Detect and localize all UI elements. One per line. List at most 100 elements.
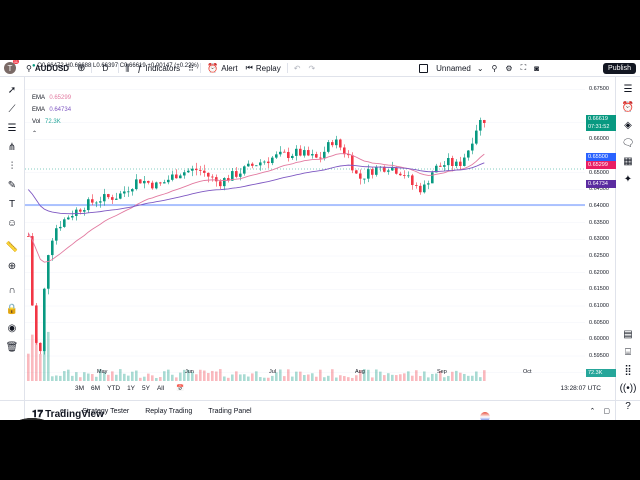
- alert-button[interactable]: ⏰ Alert: [203, 60, 242, 76]
- candle-body: [235, 171, 238, 177]
- trash-icon[interactable]: 🗑: [5, 340, 19, 354]
- pine-editor-icon[interactable]: ⌸: [621, 345, 635, 359]
- legend-volume[interactable]: Vol 72.3K: [32, 119, 61, 125]
- candle-body: [111, 197, 114, 200]
- redo-button[interactable]: ↷: [304, 60, 319, 76]
- chart-grid: [25, 89, 585, 373]
- replay-button[interactable]: ⏮ Replay: [242, 60, 285, 76]
- candle-body: [323, 151, 326, 158]
- alarm-icon: ⏰: [206, 62, 219, 73]
- range-button[interactable]: 6M: [91, 385, 100, 392]
- candle-body: [275, 154, 278, 158]
- candle-body: [87, 199, 90, 211]
- candle-body: [431, 172, 434, 184]
- candle-body: [251, 163, 254, 166]
- measure-tools-icon[interactable]: ⫶: [5, 159, 19, 173]
- range-button[interactable]: 3M: [75, 385, 84, 392]
- trend-line-icon[interactable]: ⟋: [5, 102, 19, 116]
- candle-body: [43, 288, 46, 352]
- pitchfork-icon[interactable]: ⋔: [5, 140, 19, 154]
- candle-body: [327, 142, 330, 152]
- candle-body: [407, 175, 410, 177]
- emoji-icon[interactable]: ☺: [5, 216, 19, 230]
- tab-replay-trading[interactable]: Replay Trading: [145, 408, 192, 415]
- magnet-icon[interactable]: ∩: [5, 283, 19, 297]
- legend-collapse[interactable]: ⌃: [32, 130, 37, 137]
- gear-icon: ⚙: [505, 63, 513, 73]
- alerts-icon[interactable]: ⏰: [621, 100, 635, 114]
- candle-body: [391, 167, 394, 171]
- candle-body: [307, 150, 310, 156]
- price-chart[interactable]: [25, 77, 585, 412]
- cursor-icon[interactable]: ➚: [5, 83, 19, 97]
- hotlist-icon[interactable]: 🗨: [621, 136, 635, 150]
- calendar-icon[interactable]: ▦: [621, 154, 635, 168]
- fullscreen-button[interactable]: ⛶: [517, 60, 531, 76]
- eye-icon[interactable]: ◉: [5, 321, 19, 335]
- undo-button[interactable]: ↶: [290, 60, 305, 76]
- ruler-icon[interactable]: 📏: [5, 240, 19, 254]
- right-sidebar: ☰ ⏰ ◈ 🗨 ▦ ✦ ▤ ⌸ ⣿ ((•)) ?: [615, 77, 640, 420]
- settings-button[interactable]: ⚙: [501, 60, 516, 76]
- candle-body: [63, 219, 66, 227]
- range-button[interactable]: 5Y: [142, 385, 150, 392]
- ema-fast-name: EMA: [32, 95, 45, 101]
- watchlist-icon[interactable]: ☰: [621, 82, 635, 96]
- brush-icon[interactable]: ✎: [5, 178, 19, 192]
- screener-icon[interactable]: ▤: [621, 327, 635, 341]
- collapse-icon[interactable]: ⌃: [590, 407, 596, 415]
- candle-body: [439, 165, 442, 167]
- legend-dot-icon: ●: [32, 63, 36, 69]
- candle-body: [259, 162, 262, 166]
- utc-clock[interactable]: 13:28:07 UTC: [561, 385, 601, 392]
- time-tick-label: Jun: [185, 369, 194, 375]
- lock-icon[interactable]: 🔒: [5, 302, 19, 316]
- quick-search-button[interactable]: ⚲: [488, 60, 502, 76]
- tab-trading-panel[interactable]: Trading Panel: [208, 408, 251, 415]
- legend-ohlc: ● O0.66472 H0.66688 L0.66397 C0.66619 +0…: [32, 63, 199, 69]
- price-tick-label: 0.60500: [589, 319, 609, 326]
- candle-body: [267, 161, 270, 164]
- candle-body: [475, 130, 478, 144]
- layout-button[interactable]: Unnamed ⌄: [415, 60, 487, 76]
- candle-body: [247, 163, 250, 167]
- candle-body: [291, 155, 294, 158]
- data-window-icon[interactable]: ◈: [621, 118, 635, 132]
- candle-body: [279, 151, 282, 155]
- user-avatar[interactable]: T 11: [4, 60, 19, 74]
- volume-name: Vol: [32, 119, 41, 125]
- broadcast-icon[interactable]: ((•)): [620, 381, 637, 395]
- time-axis[interactable]: May Jun Jul Aug Sep Oct: [25, 366, 585, 378]
- legend-ema-slow[interactable]: EMA 0.64734: [32, 107, 71, 113]
- legend-ema-fast[interactable]: EMA 0.65299: [32, 95, 71, 101]
- candle-body: [35, 305, 38, 343]
- apps-grid-icon[interactable]: ⣿: [621, 363, 635, 377]
- goto-date-icon[interactable]: 📅: [176, 384, 184, 392]
- price-axis[interactable]: 0.675000.665000.660000.650000.645000.640…: [585, 77, 616, 392]
- candle-body: [387, 170, 390, 172]
- candle-body: [191, 168, 194, 171]
- range-button[interactable]: YTD: [107, 385, 120, 392]
- candle-body: [427, 183, 430, 185]
- tab-strategy-tester[interactable]: Strategy Tester: [82, 408, 129, 415]
- snapshot-button[interactable]: ◙: [530, 60, 543, 76]
- horizontal-lines-icon[interactable]: ☰: [5, 121, 19, 135]
- candle-body: [375, 167, 378, 175]
- ideas-icon[interactable]: ✦: [621, 172, 635, 186]
- bottom-panel-tabs: er Strategy Tester Replay Trading Tradin…: [0, 400, 640, 420]
- time-tick-label: Oct: [523, 369, 532, 375]
- candles: [27, 117, 486, 355]
- candle-body: [303, 150, 306, 156]
- range-button[interactable]: 1Y: [127, 385, 135, 392]
- candle-body: [163, 182, 166, 184]
- price-tick-label: 0.60000: [589, 336, 609, 343]
- candle-body: [211, 176, 214, 178]
- tab-screener[interactable]: er: [60, 408, 66, 415]
- candle-body: [175, 174, 178, 179]
- text-icon[interactable]: T: [5, 197, 19, 211]
- publish-button[interactable]: Publish: [603, 62, 636, 74]
- candle-body: [255, 165, 258, 167]
- range-button[interactable]: All: [157, 385, 164, 392]
- zoom-in-icon[interactable]: ⊕: [5, 259, 19, 273]
- maximize-icon[interactable]: ▢: [603, 407, 610, 415]
